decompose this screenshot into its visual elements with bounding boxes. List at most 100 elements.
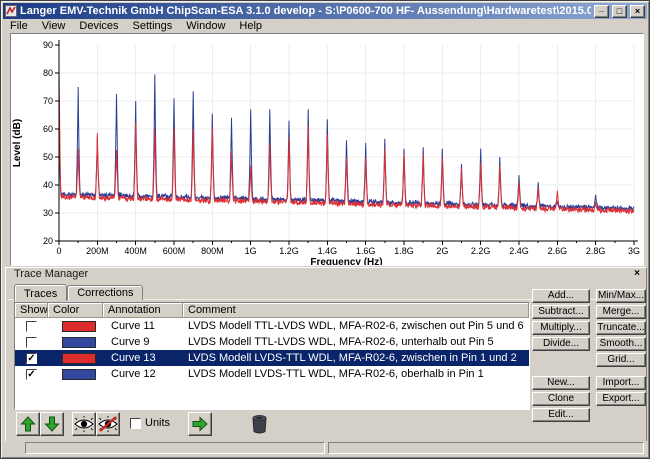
y-tick-label: 70 <box>43 96 53 106</box>
y-tick-label: 60 <box>43 124 53 134</box>
maximize-icon: □ <box>617 6 622 16</box>
x-tick-label: 2.2G <box>471 246 491 256</box>
window-title: Langer EMV-Technik GmbH ChipScan-ESA 3.1… <box>20 5 591 17</box>
comment-cell: LVDS Modell LVDS-TTL WDL, MFA-R02-6, obe… <box>183 368 529 380</box>
hide-trace-button[interactable] <box>96 412 120 436</box>
show-cell: ✓ <box>15 369 48 380</box>
close-button[interactable]: × <box>630 5 645 18</box>
eye-slash-icon <box>98 416 118 432</box>
trace-manager-button[interactable]: Export... <box>596 392 646 406</box>
menu-item[interactable]: Settings <box>126 20 180 32</box>
move-up-button[interactable] <box>16 412 40 436</box>
menu-item[interactable]: View <box>35 20 73 32</box>
comment-cell: LVDS Modell TTL-LVDS WDL, MFA-R02-6, zwi… <box>183 320 529 332</box>
tab-traces[interactable]: Traces <box>14 284 67 301</box>
comment-cell: LVDS Modell LVDS-TTL WDL, MFA-R02-6, zwi… <box>183 352 529 364</box>
maximize-button[interactable]: □ <box>612 5 627 18</box>
color-cell <box>48 337 103 348</box>
show-cell <box>15 321 48 332</box>
table-row[interactable]: ✓ Curve 13LVDS Modell LVDS-TTL WDL, MFA-R… <box>15 350 529 366</box>
color-swatch[interactable] <box>62 353 96 364</box>
units-checkbox[interactable] <box>130 418 141 429</box>
x-axis-title: Frequency (Hz) <box>310 257 382 265</box>
x-tick-label: 800M <box>201 246 224 256</box>
trace-manager-caption: Trace Manager <box>6 268 646 281</box>
color-swatch[interactable] <box>62 337 96 348</box>
close-icon: × <box>635 6 640 16</box>
move-down-button[interactable] <box>40 412 64 436</box>
annotation-cell: Curve 13 <box>103 352 183 364</box>
trace-manager-button[interactable]: Divide... <box>532 337 590 351</box>
annotation-cell: Curve 11 <box>103 320 183 332</box>
x-tick-label: 0 <box>56 246 61 256</box>
trace-manager-panel: Trace Manager × Traces Corrections Show … <box>5 267 647 442</box>
color-cell <box>48 353 103 364</box>
color-swatch[interactable] <box>62 369 96 380</box>
column-header-comment[interactable]: Comment <box>183 303 529 318</box>
title-bar[interactable]: Langer EMV-Technik GmbH ChipScan-ESA 3.1… <box>3 3 647 19</box>
arrow-down-icon <box>44 416 60 432</box>
trace-table-header: Show Color Annotation Comment <box>15 303 529 318</box>
math-buttons-left: Add... Subtract... Multiply... Divide... <box>532 289 590 351</box>
apply-button[interactable] <box>188 412 212 436</box>
show-checkbox[interactable]: ✓ <box>26 353 37 364</box>
table-row[interactable]: Curve 9LVDS Modell TTL-LVDS WDL, MFA-R02… <box>15 334 529 350</box>
trace-manager-button[interactable]: Merge... <box>596 305 646 319</box>
menu-item[interactable]: Window <box>179 20 232 32</box>
x-tick-label: 1.6G <box>356 246 376 256</box>
y-axis-title: Level (dB) <box>12 119 23 167</box>
trace-manager-button[interactable]: Smooth... <box>596 337 646 351</box>
y-tick-label: 40 <box>43 180 53 190</box>
trace-manager-button[interactable]: New... <box>532 376 590 390</box>
menu-item[interactable]: Devices <box>72 20 125 32</box>
menu-item[interactable]: File <box>3 20 35 32</box>
trace-manager-button[interactable]: Min/Max... <box>596 289 646 303</box>
trace-manager-button[interactable]: Add... <box>532 289 590 303</box>
y-tick-label: 30 <box>43 208 53 218</box>
delete-trace-button[interactable] <box>246 411 272 437</box>
trace-curve-blue <box>59 74 634 211</box>
x-tick-label: 200M <box>86 246 109 256</box>
status-field-right <box>328 442 644 454</box>
trace-manager-button[interactable]: Truncate... <box>596 321 646 335</box>
x-tick-label: 1.8G <box>394 246 414 256</box>
trace-manager-button[interactable]: Edit... <box>532 408 590 422</box>
minimize-button[interactable]: _ <box>594 5 609 18</box>
x-tick-label: 2.8G <box>586 246 606 256</box>
x-tick-label: 2G <box>436 246 448 256</box>
show-checkbox[interactable]: ✓ <box>26 369 37 380</box>
table-row[interactable]: ✓Curve 12LVDS Modell LVDS-TTL WDL, MFA-R… <box>15 366 529 382</box>
x-tick-label: 2.6G <box>548 246 568 256</box>
color-cell <box>48 369 103 380</box>
trace-manager-button[interactable]: Import... <box>596 376 646 390</box>
app-window: Langer EMV-Technik GmbH ChipScan-ESA 3.1… <box>0 0 650 459</box>
comment-cell: LVDS Modell TTL-LVDS WDL, MFA-R02-6, unt… <box>183 336 529 348</box>
plot-panel: 20304050607080900200M400M600M800M1G1.2G1… <box>10 33 644 266</box>
x-tick-label: 400M <box>124 246 147 256</box>
color-swatch[interactable] <box>62 321 96 332</box>
trace-manager-button[interactable]: Grid... <box>596 353 646 367</box>
io-buttons-right: Import... Export... <box>596 376 646 406</box>
trace-table-body: Curve 11LVDS Modell TTL-LVDS WDL, MFA-R0… <box>15 318 529 382</box>
x-tick-label: 1.4G <box>318 246 338 256</box>
edit-buttons-left: New... Clone Edit... <box>532 376 590 422</box>
show-trace-button[interactable] <box>72 412 96 436</box>
table-row[interactable]: Curve 11LVDS Modell TTL-LVDS WDL, MFA-R0… <box>15 318 529 334</box>
panel-close-icon[interactable]: × <box>634 269 640 279</box>
column-header-show[interactable]: Show <box>15 303 48 318</box>
trace-manager-button[interactable]: Clone <box>532 392 590 406</box>
trace-manager-button[interactable]: Subtract... <box>532 305 590 319</box>
show-checkbox[interactable] <box>26 321 37 332</box>
tab-corrections[interactable]: Corrections <box>67 285 143 300</box>
menu-item[interactable]: Help <box>232 20 269 32</box>
y-tick-label: 20 <box>43 236 53 246</box>
show-cell: ✓ <box>15 353 48 364</box>
column-header-color[interactable]: Color <box>48 303 103 318</box>
spectrum-chart: 20304050607080900200M400M600M800M1G1.2G1… <box>11 34 643 265</box>
column-header-annotation[interactable]: Annotation <box>103 303 183 318</box>
show-checkbox[interactable] <box>26 337 37 348</box>
trace-manager-button[interactable]: Multiply... <box>532 321 590 335</box>
y-tick-label: 80 <box>43 68 53 78</box>
x-tick-label: 600M <box>163 246 186 256</box>
trace-manager-tabs: Traces Corrections <box>14 282 143 300</box>
